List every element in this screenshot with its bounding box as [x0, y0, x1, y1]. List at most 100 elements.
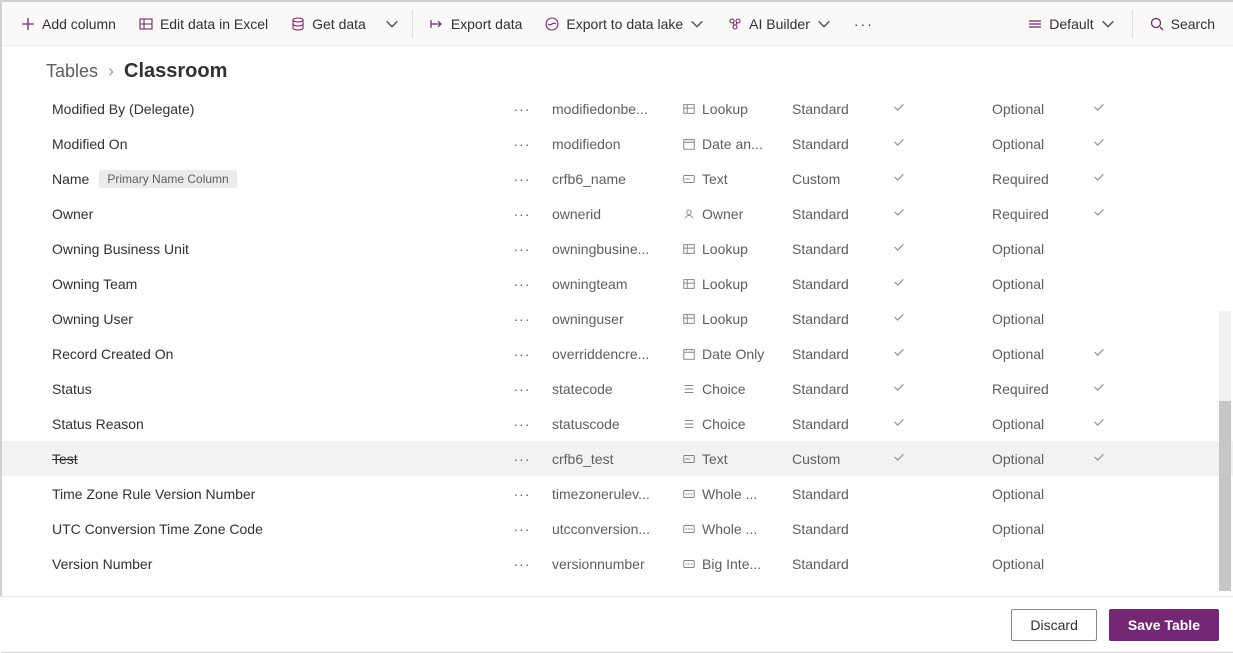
row-more-button[interactable]: ···	[492, 521, 552, 537]
column-display-name: Version Number	[52, 556, 492, 572]
row-more-button[interactable]: ···	[492, 206, 552, 222]
column-data-type: Date Only	[682, 346, 792, 362]
table-row[interactable]: Record Created On···overriddencre...Date…	[2, 336, 1233, 371]
row-more-button[interactable]: ···	[492, 136, 552, 152]
footer-bar: Discard Save Table	[0, 596, 1233, 652]
export-data-button[interactable]: Export data	[419, 10, 533, 38]
table-row[interactable]: Modified On···modifiedonDate an...Standa…	[2, 126, 1233, 161]
table-row[interactable]: Modified By (Delegate)···modifiedonbe...…	[2, 91, 1233, 126]
data-lake-icon	[544, 16, 560, 32]
table-row[interactable]: Owning User···owninguserLookupStandardOp…	[2, 301, 1233, 336]
managed-check	[892, 450, 992, 467]
columns-grid: Modified By (Delegate)···modifiedonbe...…	[2, 91, 1233, 595]
column-type: Standard	[792, 101, 892, 117]
toolbar-divider	[412, 10, 413, 38]
column-schema-name: crfb6_name	[552, 171, 682, 187]
save-table-button[interactable]: Save Table	[1109, 609, 1219, 641]
column-display-name: Owning Team	[52, 276, 492, 292]
export-lake-button[interactable]: Export to data lake	[534, 10, 715, 38]
column-data-type: Lookup	[682, 276, 792, 292]
search-button[interactable]: Search	[1139, 10, 1225, 38]
column-data-type: Text	[682, 171, 792, 187]
column-data-type: Owner	[682, 206, 792, 222]
add-column-button[interactable]: Add column	[10, 10, 126, 38]
breadcrumb-parent[interactable]: Tables	[46, 61, 98, 82]
column-required: Optional	[992, 311, 1092, 327]
column-display-name: Owning Business Unit	[52, 241, 492, 257]
add-column-label: Add column	[42, 16, 116, 32]
column-schema-name: owningteam	[552, 276, 682, 292]
column-type: Standard	[792, 276, 892, 292]
column-required: Required	[992, 206, 1092, 222]
column-required: Optional	[992, 486, 1092, 502]
row-more-button[interactable]: ···	[492, 311, 552, 327]
column-type: Custom	[792, 451, 892, 467]
table-row[interactable]: Owning Team···owningteamLookupStandardOp…	[2, 266, 1233, 301]
table-row[interactable]: Time Zone Rule Version Number···timezone…	[2, 476, 1233, 511]
table-row[interactable]: NamePrimary Name Column···crfb6_nameText…	[2, 161, 1233, 196]
overflow-button[interactable]: ···	[844, 10, 884, 38]
column-required: Optional	[992, 451, 1092, 467]
column-display-name: Time Zone Rule Version Number	[52, 486, 492, 502]
column-schema-name: versionnumber	[552, 556, 682, 572]
excel-icon	[138, 16, 154, 32]
column-type: Standard	[792, 556, 892, 572]
table-row[interactable]: Status···statecodeChoiceStandardRequired	[2, 371, 1233, 406]
column-required: Required	[992, 171, 1092, 187]
row-more-button[interactable]: ···	[492, 486, 552, 502]
column-type: Custom	[792, 171, 892, 187]
column-display-name: Status	[52, 381, 492, 397]
row-more-button[interactable]: ···	[492, 241, 552, 257]
export-icon	[429, 16, 445, 32]
table-row[interactable]: Version Number···versionnumberBig Inte..…	[2, 546, 1233, 581]
scrollbar-thumb[interactable]	[1219, 401, 1231, 591]
managed-check	[892, 345, 992, 362]
column-schema-name: modifiedon	[552, 136, 682, 152]
get-data-dropdown[interactable]	[378, 10, 406, 38]
managed-check	[892, 100, 992, 117]
column-type: Standard	[792, 486, 892, 502]
chevron-down-icon	[689, 16, 705, 32]
column-data-type: Text	[682, 451, 792, 467]
view-label: Default	[1049, 16, 1093, 32]
table-row[interactable]: Status Reason···statuscodeChoiceStandard…	[2, 406, 1233, 441]
discard-button[interactable]: Discard	[1011, 609, 1096, 641]
column-type: Standard	[792, 381, 892, 397]
searchable-check	[1092, 415, 1142, 432]
ai-builder-button[interactable]: AI Builder	[717, 10, 842, 38]
row-more-button[interactable]: ···	[492, 381, 552, 397]
managed-check	[892, 310, 992, 327]
search-label: Search	[1171, 16, 1215, 32]
column-display-name: Owner	[52, 206, 492, 222]
searchable-check	[1092, 205, 1142, 222]
get-data-button[interactable]: Get data	[280, 10, 376, 38]
column-display-name: Test	[52, 451, 492, 467]
table-row[interactable]: Test···crfb6_testTextCustomOptional	[2, 441, 1233, 476]
managed-check	[892, 205, 992, 222]
column-display-name: UTC Conversion Time Zone Code	[52, 521, 492, 537]
row-more-button[interactable]: ···	[492, 416, 552, 432]
column-display-name: NamePrimary Name Column	[52, 170, 492, 188]
row-more-button[interactable]: ···	[492, 276, 552, 292]
export-lake-label: Export to data lake	[566, 16, 683, 32]
column-schema-name: timezonerulev...	[552, 486, 682, 502]
managed-check	[892, 275, 992, 292]
column-schema-name: owningbusine...	[552, 241, 682, 257]
row-more-button[interactable]: ···	[492, 556, 552, 572]
column-data-type: Date an...	[682, 136, 792, 152]
table-row[interactable]: UTC Conversion Time Zone Code···utcconve…	[2, 511, 1233, 546]
table-row[interactable]: Owning Business Unit···owningbusine...Lo…	[2, 231, 1233, 266]
row-more-button[interactable]: ···	[492, 451, 552, 467]
edit-excel-button[interactable]: Edit data in Excel	[128, 10, 278, 38]
column-data-type: Whole ...	[682, 486, 792, 502]
table-row[interactable]: Owner···owneridOwnerStandardRequired	[2, 196, 1233, 231]
row-more-button[interactable]: ···	[492, 346, 552, 362]
view-selector[interactable]: Default	[1017, 10, 1125, 38]
column-required: Optional	[992, 101, 1092, 117]
ai-builder-label: AI Builder	[749, 16, 810, 32]
row-more-button[interactable]: ···	[492, 171, 552, 187]
chevron-down-icon	[384, 16, 400, 32]
chevron-down-icon	[816, 16, 832, 32]
searchable-check	[1092, 135, 1142, 152]
row-more-button[interactable]: ···	[492, 101, 552, 117]
